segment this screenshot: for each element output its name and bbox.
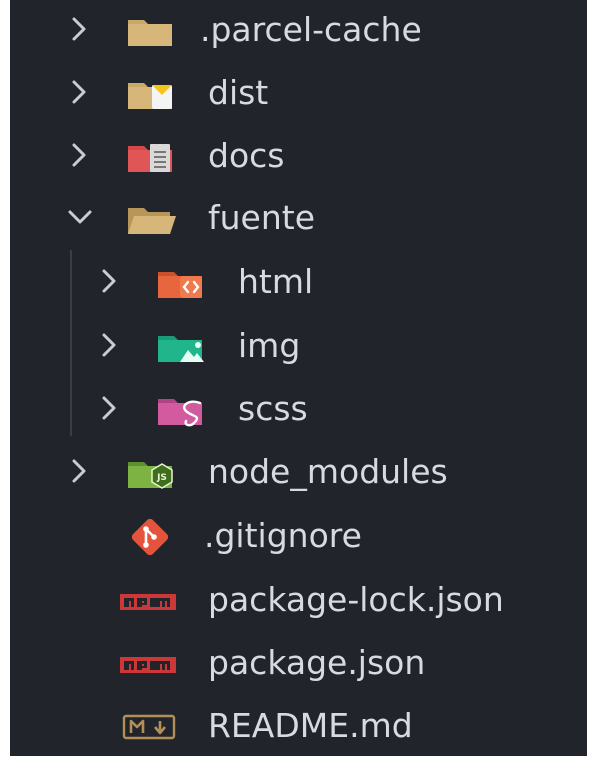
file-explorer: .parcel-cache dist docs fuente html img …: [10, 0, 587, 756]
tree-item-readme-md[interactable]: README.md: [10, 698, 587, 754]
tree-item-label: fuente: [208, 198, 315, 237]
tree-item-node-modules[interactable]: JS node_modules: [10, 444, 587, 500]
chevron-right-icon[interactable]: [98, 394, 120, 422]
tree-item-label: package-lock.json: [208, 580, 504, 619]
tree-item-label: node_modules: [208, 452, 448, 491]
tree-item-package-lock-json[interactable]: package-lock.json: [10, 572, 587, 628]
folder-node-icon: JS: [128, 462, 173, 489]
tree-item-scss[interactable]: scss: [10, 381, 587, 437]
folder-icon: [128, 20, 172, 46]
folder-images-icon: [158, 336, 204, 362]
tree-item-package-json[interactable]: package.json: [10, 635, 587, 691]
chevron-right-icon[interactable]: [98, 331, 120, 359]
folder-dist-icon: [128, 83, 172, 109]
tree-item-html[interactable]: html: [10, 254, 587, 310]
tree-item-label: .gitignore: [204, 516, 362, 555]
npm-icon: [120, 594, 176, 610]
tree-item-label: README.md: [208, 706, 413, 745]
tree-item-gitignore[interactable]: .gitignore: [10, 508, 587, 564]
markdown-icon: [122, 714, 176, 740]
tree-item-label: docs: [208, 136, 285, 175]
tree-item-label: scss: [238, 389, 308, 428]
folder-open-icon: [128, 208, 176, 234]
chevron-right-icon[interactable]: [68, 15, 90, 43]
chevron-right-icon[interactable]: [98, 267, 120, 295]
svg-text:JS: JS: [156, 473, 167, 483]
tree-item-label: html: [238, 262, 314, 301]
tree-item-label: dist: [208, 73, 269, 112]
tree-item-label: .parcel-cache: [200, 10, 422, 49]
chevron-right-icon[interactable]: [68, 78, 90, 106]
npm-icon: [120, 657, 176, 673]
tree-item-dist[interactable]: dist: [10, 65, 587, 121]
tree-item-img[interactable]: img: [10, 318, 587, 374]
folder-html-icon: [158, 272, 202, 298]
folder-sass-icon: [158, 399, 202, 427]
tree-item-label: img: [238, 326, 301, 365]
chevron-down-icon[interactable]: [66, 203, 94, 231]
tree-item-docs[interactable]: docs: [10, 128, 587, 184]
chevron-right-icon[interactable]: [68, 141, 90, 169]
folder-docs-icon: [128, 144, 172, 172]
chevron-right-icon[interactable]: [68, 457, 90, 485]
tree-item-parcel-cache[interactable]: .parcel-cache: [10, 2, 587, 58]
tree-item-label: package.json: [208, 643, 426, 682]
tree-item-fuente[interactable]: fuente: [10, 190, 587, 246]
git-icon: [131, 518, 169, 556]
